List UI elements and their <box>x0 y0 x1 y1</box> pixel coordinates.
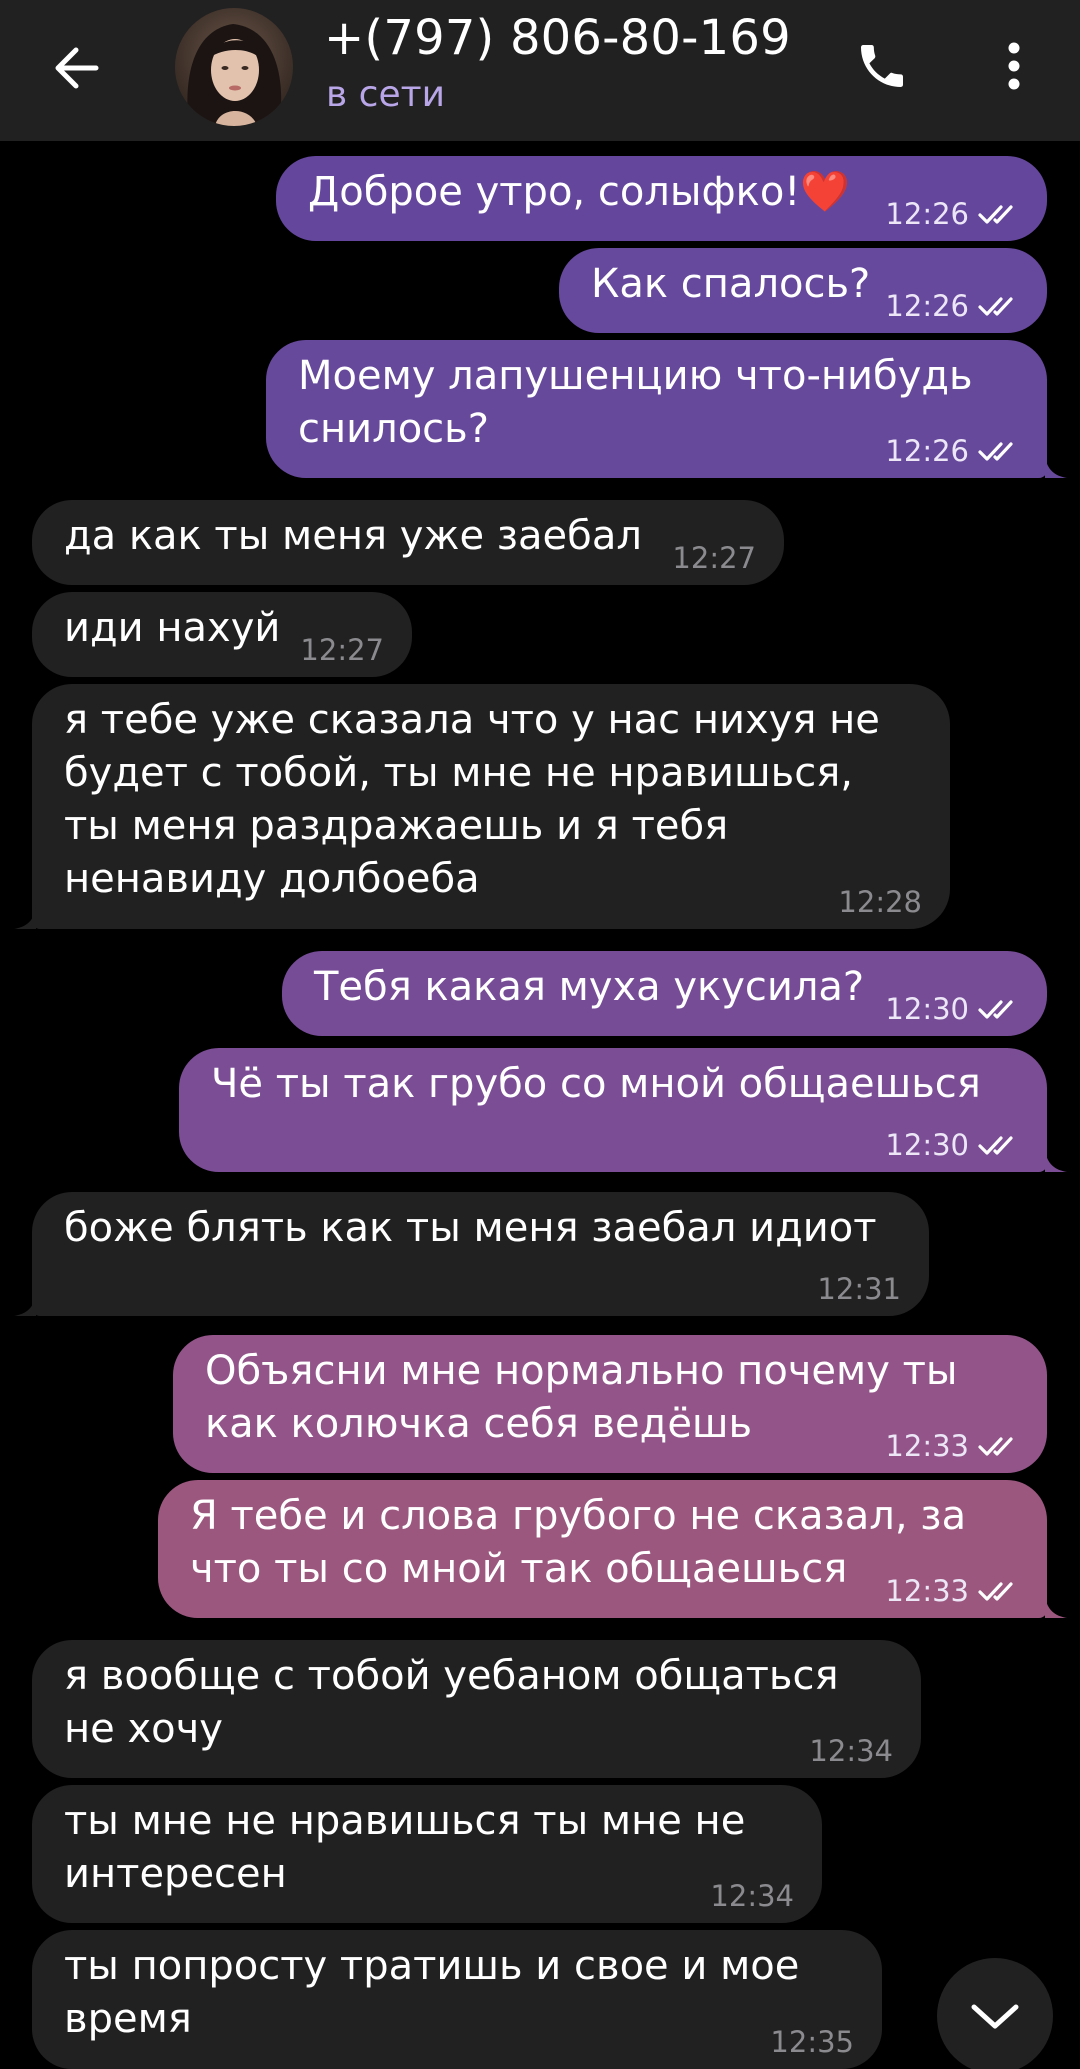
message-text: боже блять как ты меня заебал идиот <box>64 1205 877 1251</box>
outgoing-message[interactable]: Объясни мне нормально почему ты как колю… <box>173 1335 1047 1473</box>
message-meta: 12:30 <box>885 1130 1023 1160</box>
message-meta: 12:33 <box>885 1431 1023 1461</box>
double-check-icon <box>978 1582 1013 1601</box>
outgoing-message[interactable]: Моему лапушенцию что-нибудь снилось? 12:… <box>266 340 1047 478</box>
message-time: 12:26 <box>885 289 969 323</box>
incoming-message[interactable]: боже блять как ты меня заебал идиот 12:3… <box>32 1192 929 1316</box>
bubble-tail <box>1045 1150 1067 1172</box>
message-meta: 12:31 <box>817 1274 901 1304</box>
incoming-message[interactable]: ты мне не нравишься ты мне не интересен … <box>32 1785 822 1923</box>
scroll-to-bottom-button[interactable] <box>937 1958 1053 2069</box>
incoming-message[interactable]: да как ты меня уже заебал 12:27 <box>32 500 784 585</box>
outgoing-message[interactable]: Я тебе и слова грубого не сказал, за что… <box>158 1480 1047 1618</box>
message-meta: 12:35 <box>770 2027 854 2057</box>
chevron-down-icon <box>971 2004 1019 2029</box>
incoming-message[interactable]: я тебе уже сказала что у нас нихуя не бу… <box>32 684 950 929</box>
message-time: 12:33 <box>885 1574 969 1608</box>
back-button[interactable] <box>40 32 112 104</box>
message-time: 12:31 <box>817 1272 901 1306</box>
message-text: я вообще с тобой уебаном общаться не хоч… <box>64 1653 852 1752</box>
more-menu-button[interactable] <box>984 30 1044 102</box>
phone-icon <box>861 45 903 87</box>
message-meta: 12:34 <box>809 1736 893 1766</box>
message-time: 12:35 <box>770 2025 854 2059</box>
message-meta: 12:33 <box>885 1576 1023 1606</box>
message-time: 12:26 <box>885 434 969 468</box>
outgoing-message[interactable]: Доброе утро, солыфко!❤️ 12:26 <box>276 156 1047 241</box>
message-time: 12:27 <box>300 633 384 667</box>
message-text: Чё ты так грубо со мной общаешься <box>211 1061 981 1107</box>
contact-status: в сети <box>326 74 445 115</box>
message-time: 12:33 <box>885 1429 969 1463</box>
message-meta: 12:26 <box>885 199 1023 229</box>
message-time: 12:34 <box>710 1879 794 1913</box>
chat-header: +(797) 806-80-169 в сети <box>0 0 1080 141</box>
message-time: 12:30 <box>885 992 969 1026</box>
double-check-icon <box>978 297 1013 316</box>
message-text: ты попросту тратишь и свое и мое время <box>64 1943 813 2042</box>
outgoing-message[interactable]: Как спалось? 12:26 <box>559 248 1047 333</box>
message-time: 12:28 <box>838 885 922 919</box>
call-button[interactable] <box>846 30 918 102</box>
message-meta: 12:34 <box>710 1881 794 1911</box>
bubble-tail <box>1045 456 1067 478</box>
double-check-icon <box>978 1136 1013 1155</box>
contact-name[interactable]: +(797) 806-80-169 <box>324 10 791 66</box>
outgoing-message[interactable]: Чё ты так грубо со мной общаешься 12:30 <box>179 1048 1047 1172</box>
message-time: 12:26 <box>885 197 969 231</box>
message-meta: 12:28 <box>838 887 922 917</box>
avatar[interactable] <box>175 8 293 126</box>
message-meta: 12:27 <box>672 543 756 573</box>
message-meta: 12:26 <box>885 436 1023 466</box>
message-time: 12:30 <box>885 1128 969 1162</box>
message-text: я тебе уже сказала что у нас нихуя не бу… <box>64 697 893 902</box>
incoming-message[interactable]: я вообще с тобой уебаном общаться не хоч… <box>32 1640 921 1778</box>
message-meta: 12:26 <box>885 291 1023 321</box>
double-check-icon <box>978 442 1013 461</box>
double-check-icon <box>978 1000 1013 1019</box>
double-check-icon <box>978 205 1013 224</box>
message-text: ты мне не нравишься ты мне не интересен <box>64 1798 759 1897</box>
double-check-icon <box>978 1437 1013 1456</box>
bubble-tail <box>14 907 36 929</box>
bubble-tail <box>14 1294 36 1316</box>
message-time: 12:27 <box>672 541 756 575</box>
vertical-dots-icon <box>1008 42 1020 90</box>
incoming-message[interactable]: иди нахуй 12:27 <box>32 592 412 677</box>
avatar-image <box>175 8 293 126</box>
outgoing-message[interactable]: Тебя какая муха укусила? 12:30 <box>282 951 1047 1036</box>
bubble-tail <box>1045 1596 1067 1618</box>
message-time: 12:34 <box>809 1734 893 1768</box>
message-meta: 12:27 <box>300 635 384 665</box>
message-text: да как ты меня уже заебал <box>64 513 642 559</box>
chat-screen: +(797) 806-80-169 в сети Доброе утро, со… <box>0 0 1080 2069</box>
incoming-message[interactable]: ты попросту тратишь и свое и мое время 1… <box>32 1930 882 2069</box>
message-meta: 12:30 <box>885 994 1023 1024</box>
arrow-left-icon <box>55 47 99 89</box>
